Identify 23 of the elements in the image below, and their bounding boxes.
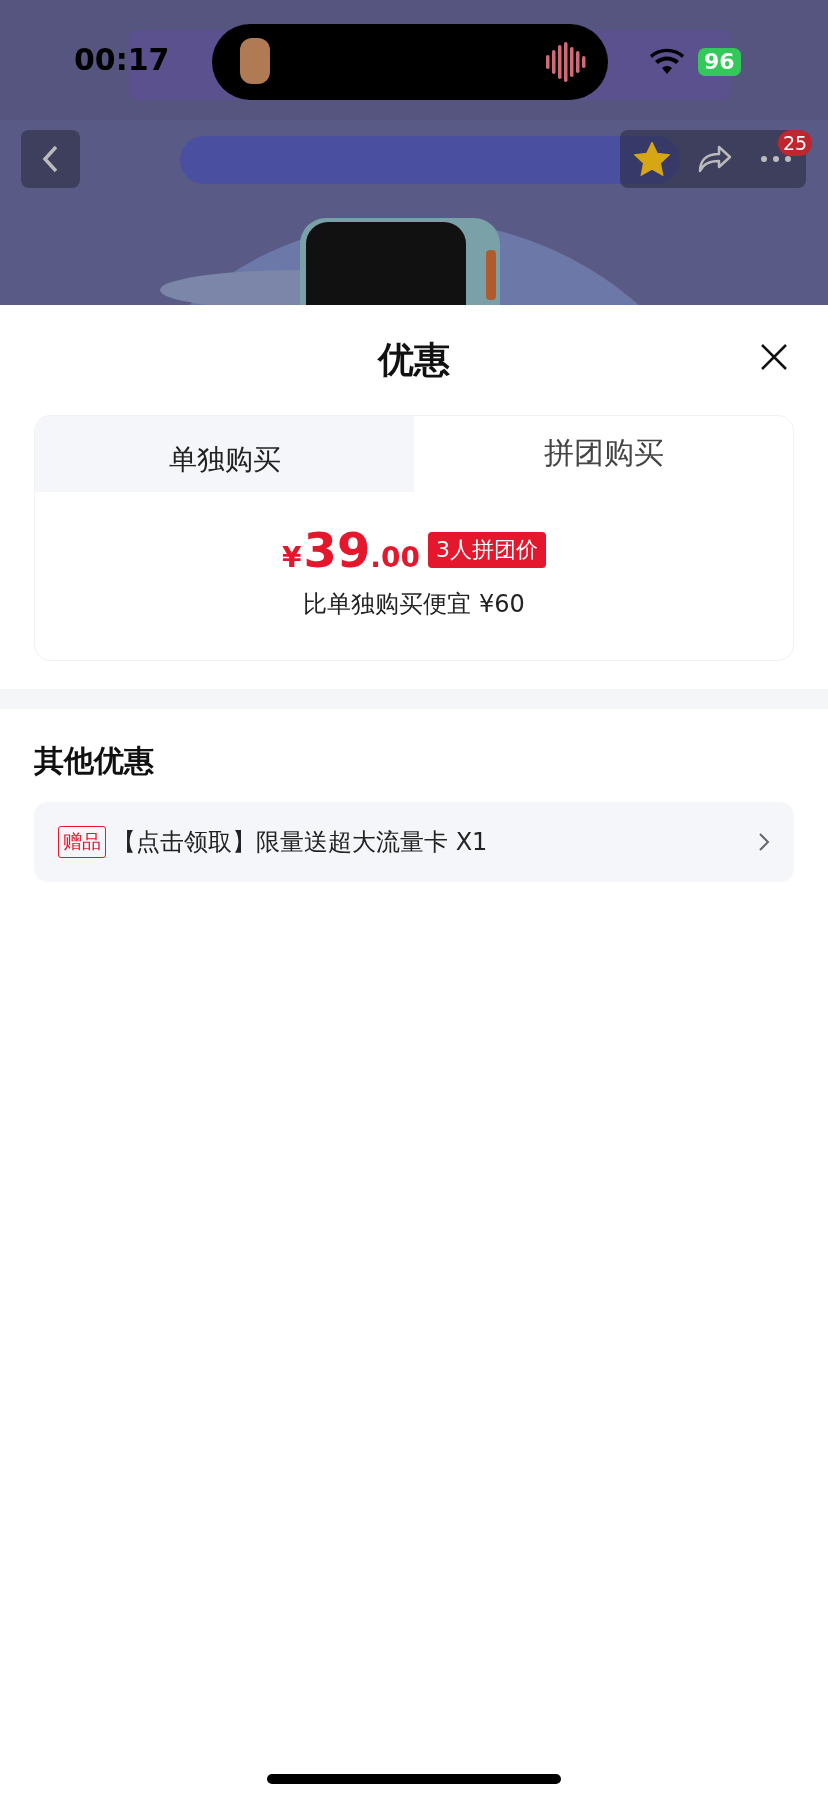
- close-button[interactable]: [760, 343, 788, 371]
- avatar-icon: [240, 38, 270, 84]
- currency-symbol: ¥: [282, 541, 302, 574]
- wifi-icon: [650, 48, 684, 74]
- star-icon: [633, 142, 670, 176]
- sheet-title: 优惠: [378, 337, 450, 382]
- price-integer: 39: [303, 522, 371, 578]
- savings-note: 比单独购买便宜 ¥60: [303, 589, 525, 620]
- share-button[interactable]: [697, 144, 733, 174]
- chevron-right-icon: [758, 832, 770, 852]
- offer-text: 【点击领取】限量送超大流量卡 X1: [112, 827, 489, 858]
- waveform-icon: [546, 42, 588, 82]
- more-button[interactable]: [760, 155, 793, 163]
- offer-row[interactable]: 赠品 【点击领取】限量送超大流量卡 X1: [34, 802, 794, 882]
- back-button[interactable]: [21, 130, 80, 188]
- section-title: 其他优惠: [34, 742, 155, 780]
- battery-level: 96: [698, 48, 741, 76]
- gift-tag: 赠品: [58, 826, 106, 858]
- status-time: 00:17: [74, 42, 170, 77]
- price-decimal: .00: [370, 541, 420, 574]
- favorite-button[interactable]: [633, 142, 670, 176]
- purchase-tab[interactable]: 单独购买: [35, 416, 414, 492]
- group-price-tag: 3人拼团价: [427, 532, 546, 568]
